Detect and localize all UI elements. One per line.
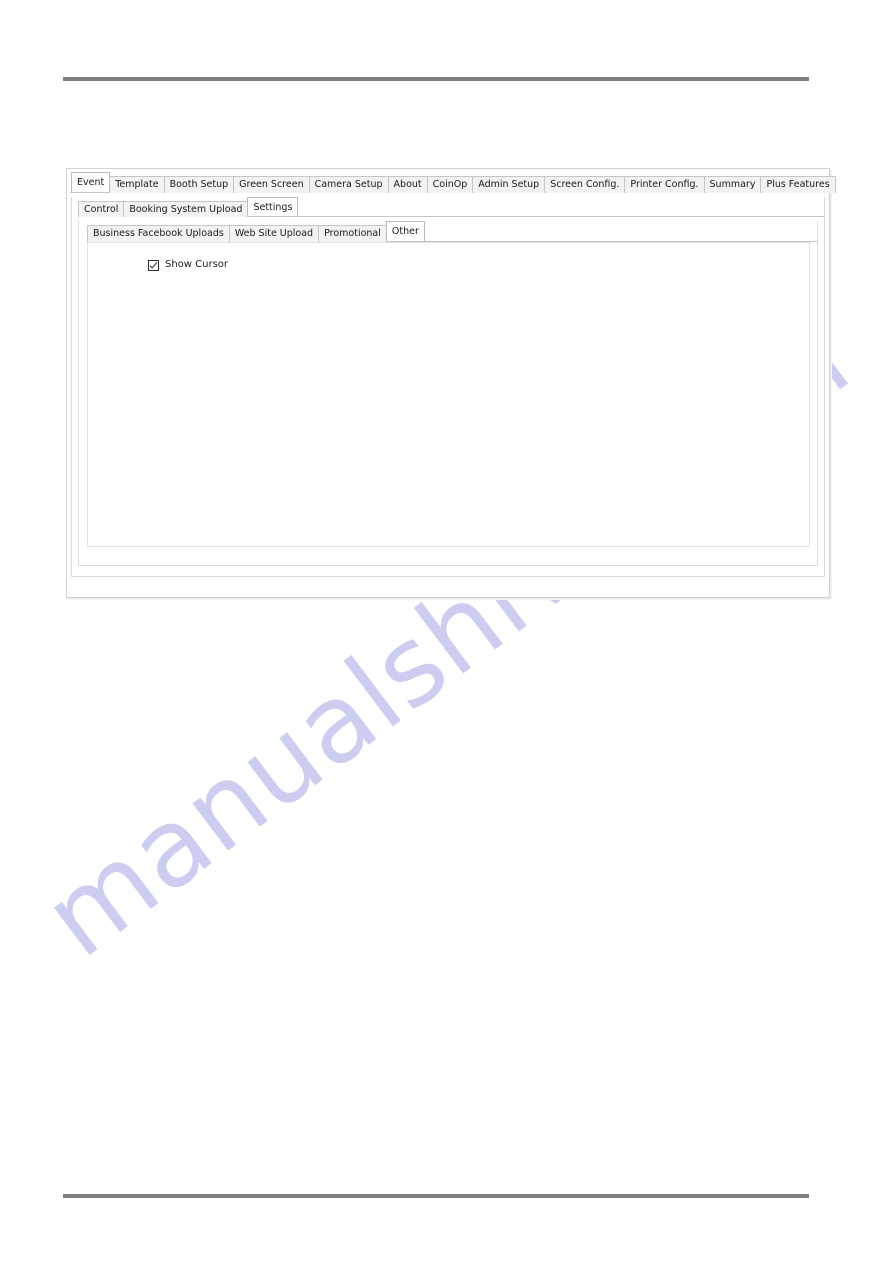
page-footer-rule — [63, 1194, 809, 1198]
tab-booth-setup[interactable]: Booth Setup — [163, 176, 235, 193]
tab-green-screen[interactable]: Green Screen — [233, 176, 310, 193]
tab-settings[interactable]: Settings — [247, 196, 299, 216]
tertiary-tab-strip: Business Facebook Uploads Web Site Upload… — [87, 221, 817, 242]
primary-tab-strip: Event Template Booth Setup Green Screen Came… — [70, 172, 836, 193]
application-window: Event Template Booth Setup Green Screen Came… — [66, 168, 836, 598]
secondary-tab-panel: Business Facebook Uploads Web Site Upload… — [78, 221, 818, 566]
other-settings-panel: Show Cursor — [87, 241, 810, 547]
tab-plus-features[interactable]: Plus Features — [760, 176, 836, 193]
tab-web-site-upload[interactable]: Web Site Upload — [228, 225, 320, 242]
tab-admin-setup[interactable]: Admin Setup — [472, 176, 546, 193]
checkmark-icon — [149, 261, 158, 269]
tab-screen-config[interactable]: Screen Config. — [544, 176, 626, 193]
tab-about[interactable]: About — [387, 176, 428, 193]
show-cursor-checkbox[interactable] — [148, 259, 159, 271]
tab-business-facebook-uploads[interactable]: Business Facebook Uploads — [87, 225, 230, 242]
tab-booking-system-upload[interactable]: Booking System Upload — [123, 200, 249, 217]
tab-camera-setup[interactable]: Camera Setup — [308, 176, 389, 193]
tab-printer-config[interactable]: Printer Config. — [624, 176, 705, 193]
page-header-rule — [63, 77, 809, 81]
tab-template[interactable]: Template — [109, 176, 165, 193]
show-cursor-checkbox-row[interactable]: Show Cursor — [148, 259, 229, 271]
tab-other[interactable]: Other — [385, 221, 425, 241]
tab-control[interactable]: Control — [78, 200, 125, 217]
primary-tab-panel: Control Booking System Upload Settings Bus… — [71, 196, 825, 577]
tab-promotional[interactable]: Promotional — [318, 225, 387, 242]
show-cursor-label: Show Cursor — [165, 259, 229, 270]
secondary-tab-strip: Control Booking System Upload Settings — [78, 196, 824, 217]
tab-event[interactable]: Event — [71, 172, 111, 192]
tab-coinop[interactable]: CoinOp — [426, 176, 474, 193]
tab-summary[interactable]: Summary — [703, 176, 762, 193]
